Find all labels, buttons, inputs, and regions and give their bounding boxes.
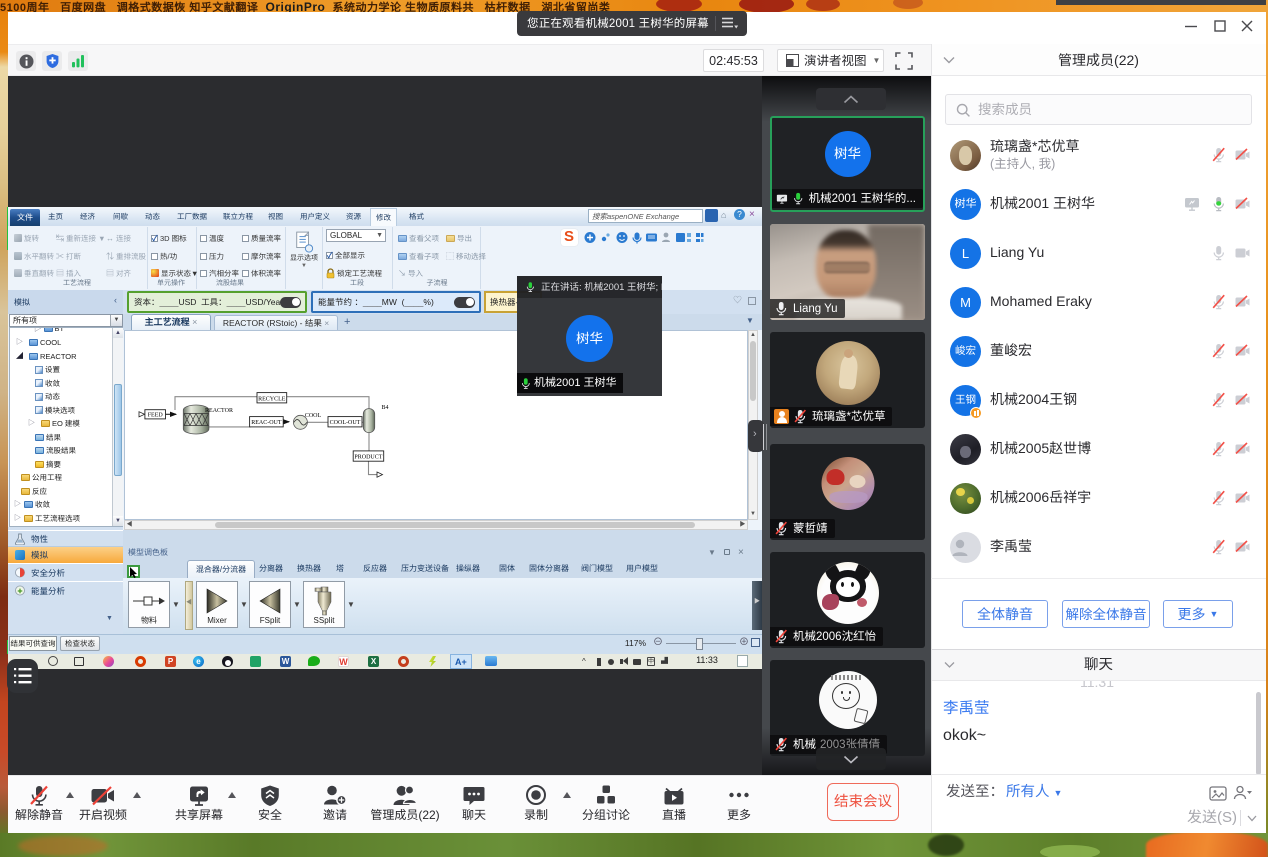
- svg-text:COOL: COOL: [305, 413, 322, 419]
- svg-text:B4: B4: [381, 405, 388, 411]
- svg-text:FEED: FEED: [148, 413, 164, 419]
- svg-text:REACTOR: REACTOR: [205, 408, 233, 414]
- svg-text:RECYCLE: RECYCLE: [258, 396, 286, 402]
- svg-text:PRODUCT: PRODUCT: [354, 455, 382, 461]
- svg-text:REAC-OUT: REAC-OUT: [251, 420, 282, 426]
- svg-text:COOL-OUT: COOL-OUT: [330, 420, 361, 426]
